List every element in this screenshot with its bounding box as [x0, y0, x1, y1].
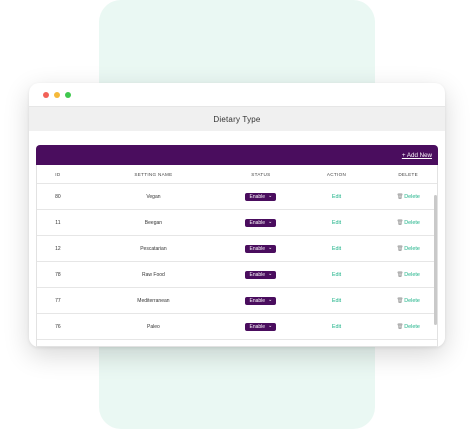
main-content: + Add New ID SETTING NAME STATUS ACTION …: [29, 131, 445, 347]
row-setting-name: Pescatarian: [140, 245, 167, 252]
chevron-down-icon: ⌄: [268, 219, 273, 225]
status-value: Enable: [249, 245, 266, 252]
row-id: 80: [55, 193, 61, 200]
trash-icon: 🗑: [396, 297, 404, 304]
row-id: 78: [55, 271, 61, 278]
table-row: 77 Mediterranean Enable ⌄ Edit 🗑 Delete: [37, 288, 437, 314]
row-setting-name: Beegan: [144, 219, 163, 226]
delete-label: Delete: [404, 323, 420, 330]
status-dropdown[interactable]: Enable ⌄: [245, 296, 277, 305]
column-header-id: ID: [55, 171, 61, 177]
table-header-row: ID SETTING NAME STATUS ACTION DELETE: [37, 165, 437, 184]
status-value: Enable: [249, 297, 266, 304]
delete-button[interactable]: 🗑 Delete: [396, 220, 419, 226]
dietary-type-panel: + Add New ID SETTING NAME STATUS ACTION …: [36, 145, 438, 347]
delete-label: Delete: [404, 245, 420, 252]
row-setting-name: Paleo: [147, 323, 160, 330]
page-title-bar: Dietary Type: [29, 107, 445, 131]
close-window-button[interactable]: [43, 91, 49, 98]
window-titlebar: [29, 83, 445, 106]
edit-link[interactable]: Edit: [332, 272, 341, 278]
delete-button[interactable]: 🗑 Delete: [396, 298, 419, 304]
table-row: 76 Paleo Enable ⌄ Edit 🗑 Delete: [37, 314, 437, 340]
trash-icon: 🗑: [396, 245, 404, 252]
chevron-down-icon: ⌄: [268, 193, 273, 199]
status-value: Enable: [249, 193, 266, 200]
edit-link[interactable]: Edit: [332, 324, 341, 330]
maximize-window-button[interactable]: [65, 91, 71, 98]
table-row: 78 Raw Food Enable ⌄ Edit 🗑 Delete: [37, 262, 437, 288]
app-window: Dietary Type + Add New ID SETTING NAME S…: [29, 83, 445, 347]
scrollbar-thumb[interactable]: [434, 195, 437, 325]
edit-link[interactable]: Edit: [332, 246, 341, 252]
chevron-down-icon: ⌄: [268, 271, 273, 277]
minimize-window-button[interactable]: [54, 91, 60, 98]
row-setting-name: Raw Food: [142, 271, 165, 278]
status-value: Enable: [249, 271, 266, 278]
delete-button[interactable]: 🗑 Delete: [396, 324, 419, 330]
status-dropdown[interactable]: Enable ⌄: [245, 244, 277, 253]
chevron-down-icon: ⌄: [268, 297, 273, 303]
page-title: Dietary Type: [213, 114, 261, 124]
delete-label: Delete: [404, 297, 420, 304]
status-dropdown[interactable]: Enable ⌄: [245, 270, 277, 279]
edit-link[interactable]: Edit: [332, 194, 341, 200]
status-value: Enable: [249, 323, 266, 330]
delete-label: Delete: [404, 219, 420, 226]
column-header-action: ACTION: [326, 171, 347, 177]
row-id: 76: [55, 323, 61, 330]
row-setting-name: Vegan: [146, 193, 161, 200]
chevron-down-icon: ⌄: [268, 245, 273, 251]
delete-label: Delete: [404, 193, 420, 200]
status-dropdown[interactable]: Enable ⌄: [245, 322, 277, 331]
row-id: 77: [55, 297, 61, 304]
delete-button[interactable]: 🗑 Delete: [396, 272, 419, 278]
add-new-link[interactable]: + Add New: [402, 152, 432, 159]
chevron-down-icon: ⌄: [268, 323, 273, 329]
delete-button[interactable]: 🗑 Delete: [396, 246, 419, 252]
trash-icon: 🗑: [396, 271, 404, 278]
trash-icon: 🗑: [396, 323, 404, 330]
delete-button[interactable]: 🗑 Delete: [396, 194, 419, 200]
edit-link[interactable]: Edit: [332, 298, 341, 304]
dietary-type-table: ID SETTING NAME STATUS ACTION DELETE 80 …: [36, 165, 438, 347]
table-row: 11 Beegan Enable ⌄ Edit 🗑 Delete: [37, 210, 437, 236]
column-header-setting-name: SETTING NAME: [134, 171, 173, 177]
trash-icon: 🗑: [396, 193, 404, 200]
trash-icon: 🗑: [396, 219, 404, 226]
edit-link[interactable]: Edit: [332, 220, 341, 226]
table-row: 12 Pescatarian Enable ⌄ Edit 🗑 Delete: [37, 236, 437, 262]
column-header-delete: DELETE: [398, 171, 418, 177]
row-id: 12: [55, 245, 61, 252]
status-value: Enable: [249, 219, 266, 226]
row-setting-name: Mediterranean: [137, 297, 170, 304]
column-header-status: STATUS: [251, 171, 271, 177]
table-row: 80 Vegan Enable ⌄ Edit 🗑 Delete: [37, 184, 437, 210]
status-dropdown[interactable]: Enable ⌄: [245, 192, 277, 201]
row-id: 11: [55, 219, 61, 226]
status-dropdown[interactable]: Enable ⌄: [245, 218, 277, 227]
delete-label: Delete: [404, 271, 420, 278]
panel-header: + Add New: [36, 145, 438, 165]
table-scrollbar[interactable]: [434, 165, 437, 335]
